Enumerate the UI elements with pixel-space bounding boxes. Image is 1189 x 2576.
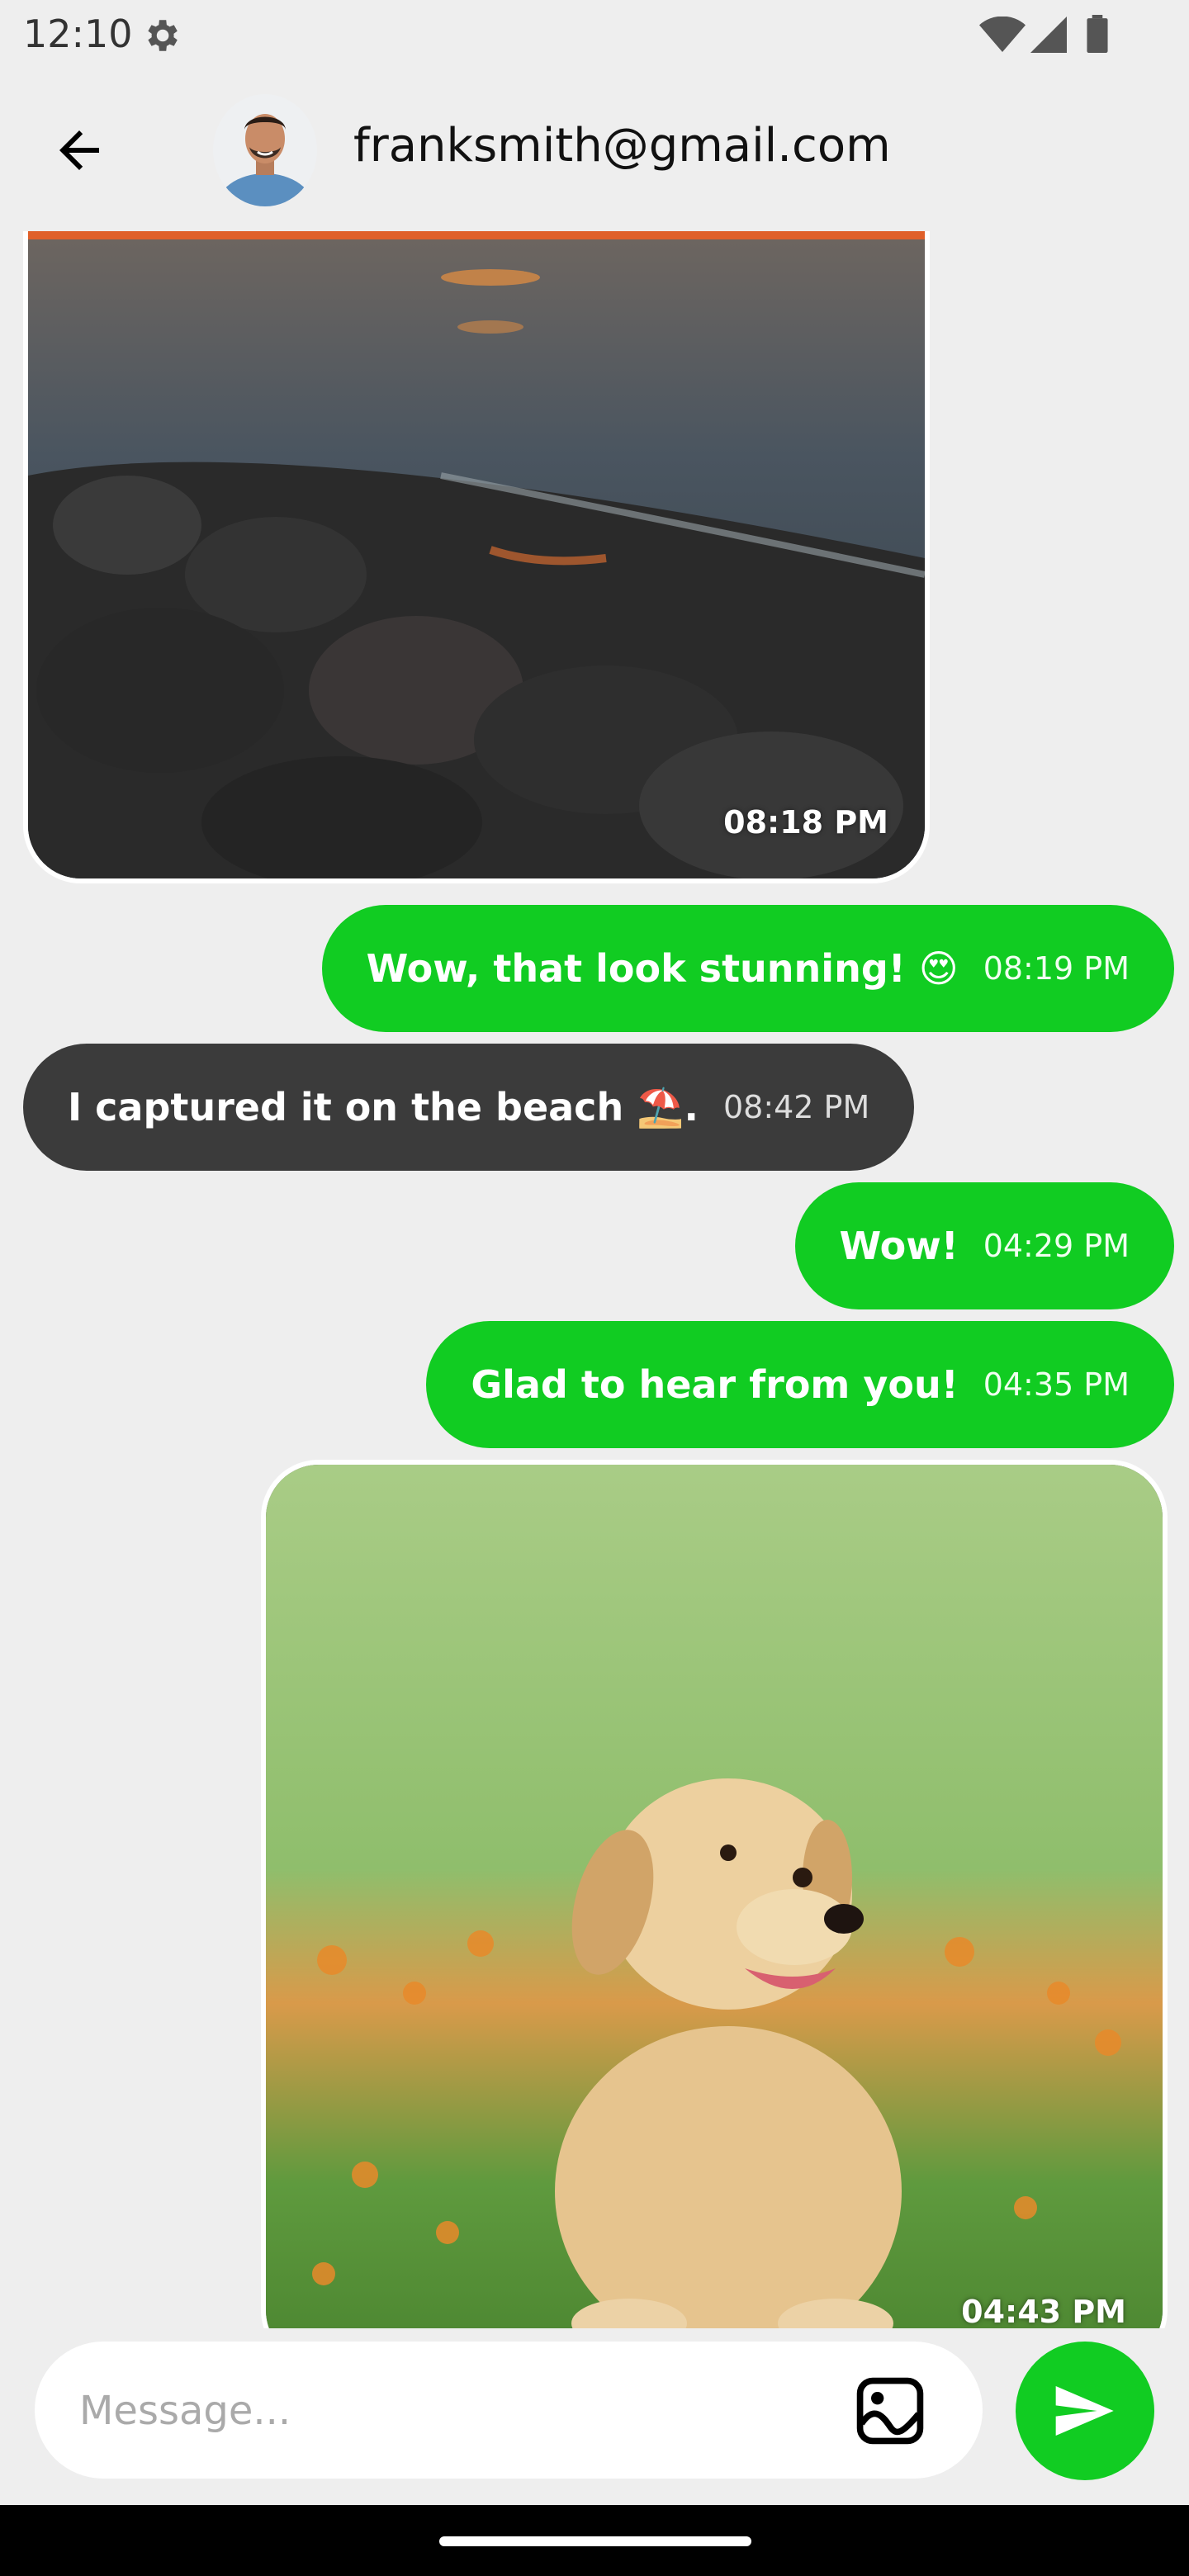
battery-icon: [1087, 15, 1108, 53]
signal-icon: [1030, 17, 1067, 53]
message-input-container[interactable]: [35, 2342, 983, 2479]
message-time: 04:43 PM: [961, 2294, 1126, 2328]
status-bar: 12:10: [0, 0, 1189, 69]
message-text: I captured it on the beach ⛱️.: [68, 1084, 699, 1129]
gallery-icon[interactable]: [852, 2373, 928, 2449]
message-input[interactable]: [79, 2378, 822, 2444]
wifi-icon: [979, 17, 1026, 52]
status-time: 12:10: [23, 12, 133, 56]
image-message-puppy[interactable]: 04:43 PM: [261, 1460, 1168, 2328]
beach-image: [28, 231, 925, 878]
home-indicator[interactable]: [439, 2536, 751, 2546]
message-composer: [0, 2328, 1189, 2502]
send-icon: [1055, 2386, 1114, 2436]
message-time: 04:29 PM: [983, 1228, 1130, 1264]
send-button[interactable]: [1016, 2342, 1154, 2480]
gear-icon: [148, 20, 178, 51]
contact-name: franksmith@gmail.com: [353, 119, 891, 173]
message-time: 04:35 PM: [983, 1366, 1130, 1403]
message-text: Wow!: [839, 1224, 959, 1268]
message-time: 08:19 PM: [983, 950, 1130, 987]
message-time: 08:18 PM: [723, 804, 888, 841]
puppy-image: [266, 1465, 1163, 2328]
message-bubble-outgoing[interactable]: Glad to hear from you! 04:35 PM: [426, 1321, 1174, 1448]
message-bubble-outgoing[interactable]: Wow! 04:29 PM: [794, 1182, 1174, 1309]
message-time: 08:42 PM: [722, 1089, 870, 1125]
chat-messages[interactable]: 08:18 PM Wow, that look stunning! 😍 08:1…: [0, 231, 1189, 2328]
chat-header: franksmith@gmail.com: [0, 69, 1189, 231]
message-text: Glad to hear from you!: [471, 1362, 959, 1407]
avatar[interactable]: [213, 94, 317, 206]
message-bubble-outgoing[interactable]: Wow, that look stunning! 😍 08:19 PM: [321, 905, 1174, 1032]
message-text: Wow, that look stunning! 😍: [366, 946, 959, 991]
system-nav-bar: [0, 2505, 1189, 2576]
message-bubble-incoming[interactable]: I captured it on the beach ⛱️. 08:42 PM: [23, 1044, 915, 1171]
image-message-beach[interactable]: 08:18 PM: [23, 231, 930, 883]
back-arrow-icon[interactable]: [50, 121, 109, 180]
